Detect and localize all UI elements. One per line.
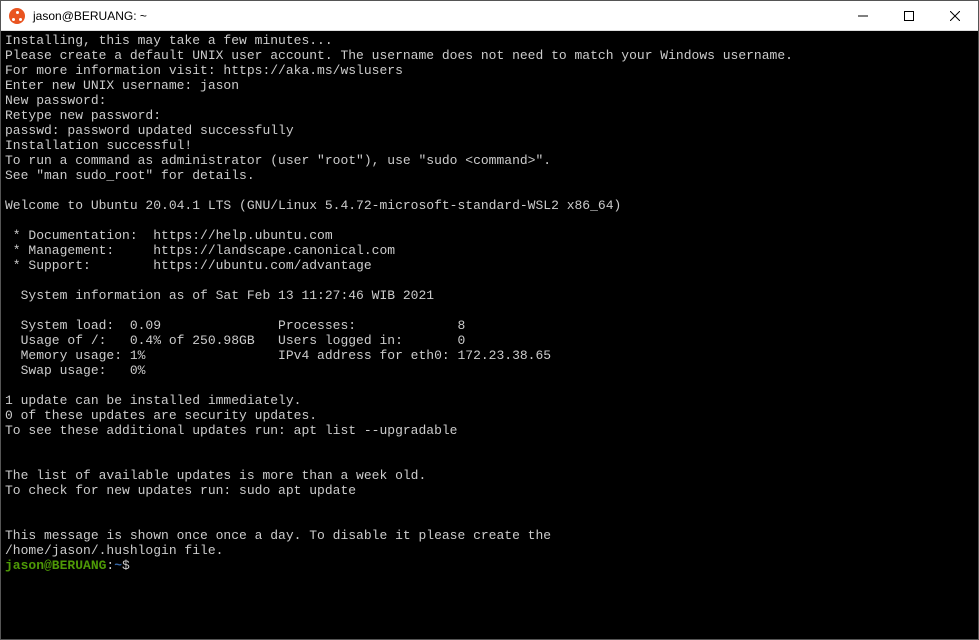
terminal-output-line: * Support: https://ubuntu.com/advantage (5, 258, 974, 273)
terminal-output-line: Please create a default UNIX user accoun… (5, 48, 974, 63)
minimize-button[interactable] (840, 1, 886, 30)
terminal-output-line: 0 of these updates are security updates. (5, 408, 974, 423)
terminal-output-line: Installation successful! (5, 138, 974, 153)
prompt-dollar: $ (122, 558, 130, 573)
terminal-output-line: passwd: password updated successfully (5, 123, 974, 138)
terminal-output-line: Memory usage: 1% IPv4 address for eth0: … (5, 348, 974, 363)
terminal-output-line: To check for new updates run: sudo apt u… (5, 483, 974, 498)
terminal-output-line (5, 213, 974, 228)
terminal-output-line (5, 498, 974, 513)
title-bar[interactable]: jason@BERUANG: ~ (1, 1, 978, 31)
prompt-user: jason@BERUANG (5, 558, 106, 573)
terminal-window: jason@BERUANG: ~ Installing, this may ta… (0, 0, 979, 640)
terminal-output-line: Welcome to Ubuntu 20.04.1 LTS (GNU/Linux… (5, 198, 974, 213)
terminal-output-line (5, 453, 974, 468)
terminal-output-line: New password: (5, 93, 974, 108)
terminal-output-line (5, 513, 974, 528)
prompt-path: ~ (114, 558, 122, 573)
terminal-output-line (5, 438, 974, 453)
window-title: jason@BERUANG: ~ (33, 9, 840, 23)
terminal-prompt[interactable]: jason@BERUANG:~$ (5, 558, 974, 573)
terminal-output-line: 1 update can be installed immediately. (5, 393, 974, 408)
terminal-output-line: The list of available updates is more th… (5, 468, 974, 483)
terminal-output-line: To see these additional updates run: apt… (5, 423, 974, 438)
window-controls (840, 1, 978, 30)
terminal-output-line (5, 183, 974, 198)
terminal-output-line: * Management: https://landscape.canonica… (5, 243, 974, 258)
maximize-button[interactable] (886, 1, 932, 30)
terminal-body[interactable]: Installing, this may take a few minutes.… (1, 31, 978, 639)
terminal-output-line: System information as of Sat Feb 13 11:2… (5, 288, 974, 303)
terminal-output-line: For more information visit: https://aka.… (5, 63, 974, 78)
terminal-output-line: Enter new UNIX username: jason (5, 78, 974, 93)
terminal-output-line: To run a command as administrator (user … (5, 153, 974, 168)
terminal-output-line: /home/jason/.hushlogin file. (5, 543, 974, 558)
terminal-output-line (5, 273, 974, 288)
terminal-output-line (5, 303, 974, 318)
terminal-output-line: See "man sudo_root" for details. (5, 168, 974, 183)
terminal-output-line: Installing, this may take a few minutes.… (5, 33, 974, 48)
terminal-output-line: Swap usage: 0% (5, 363, 974, 378)
terminal-output-line: System load: 0.09 Processes: 8 (5, 318, 974, 333)
close-button[interactable] (932, 1, 978, 30)
terminal-output-line (5, 378, 974, 393)
ubuntu-icon (9, 8, 25, 24)
terminal-output-line: Retype new password: (5, 108, 974, 123)
terminal-output-line: Usage of /: 0.4% of 250.98GB Users logge… (5, 333, 974, 348)
terminal-output-line: This message is shown once once a day. T… (5, 528, 974, 543)
terminal-output-line: * Documentation: https://help.ubuntu.com (5, 228, 974, 243)
